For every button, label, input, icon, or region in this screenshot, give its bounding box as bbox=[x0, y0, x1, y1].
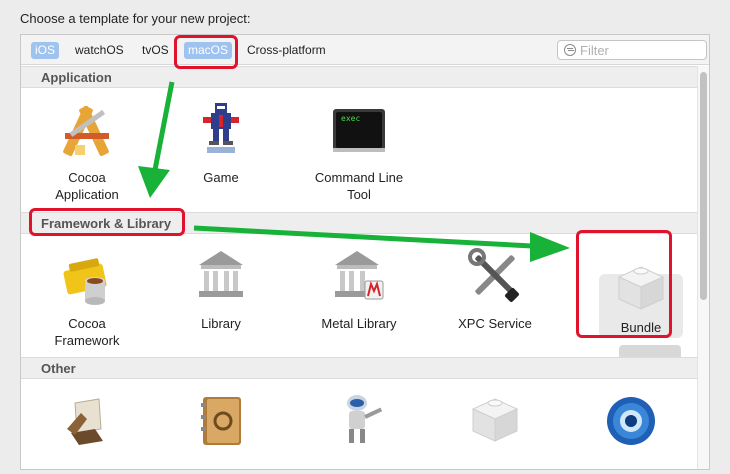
vertical-scrollbar[interactable] bbox=[697, 66, 709, 469]
scrollbar-thumb[interactable] bbox=[700, 72, 707, 300]
template-library[interactable]: Library bbox=[161, 245, 281, 332]
platform-tabbar: iOS watchOS tvOS macOS Cross-platform bbox=[21, 35, 709, 65]
template-game[interactable]: Game bbox=[161, 99, 281, 186]
xpc-service-label: XPC Service bbox=[458, 316, 532, 331]
filter-input[interactable] bbox=[580, 41, 704, 59]
cocoa-application-label: Cocoa Application bbox=[55, 170, 119, 202]
section-header-application: Application bbox=[21, 66, 697, 88]
automator-icon bbox=[327, 389, 391, 453]
template-command-line-tool[interactable]: exec Command Line Tool bbox=[299, 99, 419, 203]
template-applescript[interactable] bbox=[27, 389, 147, 453]
template-cocoa-application[interactable]: Cocoa Application bbox=[27, 99, 147, 203]
template-cocoa-framework[interactable]: Cocoa Framework bbox=[27, 245, 147, 349]
template-xpc-service[interactable]: XPC Service bbox=[435, 245, 555, 332]
xpc-service-icon bbox=[463, 245, 527, 309]
terminal-icon: exec bbox=[327, 99, 391, 163]
generic-bundle-icon bbox=[463, 389, 527, 453]
applescript-icon bbox=[55, 389, 119, 453]
metal-library-icon bbox=[327, 245, 391, 309]
quick-look-icon bbox=[599, 389, 663, 453]
tab-watchos[interactable]: watchOS bbox=[71, 42, 128, 59]
tab-cross-platform[interactable]: Cross-platform bbox=[243, 42, 330, 59]
tab-ios[interactable]: iOS bbox=[31, 42, 60, 59]
page-title: Choose a template for your new project: bbox=[20, 11, 251, 26]
address-book-icon bbox=[189, 389, 253, 453]
library-label: Library bbox=[201, 316, 241, 331]
cocoa-app-icon bbox=[55, 99, 119, 163]
filter-icon bbox=[564, 44, 576, 56]
game-label: Game bbox=[203, 170, 239, 185]
bundle-annotation-box bbox=[576, 230, 672, 338]
template-automator[interactable] bbox=[299, 389, 419, 453]
template-quick-look[interactable] bbox=[571, 389, 691, 453]
terminal-exec-text: exec bbox=[341, 114, 361, 123]
metal-library-label: Metal Library bbox=[321, 316, 397, 331]
filter-field[interactable] bbox=[557, 40, 707, 60]
command-line-tool-label: Command Line Tool bbox=[314, 170, 404, 202]
template-metal-library[interactable]: Metal Library bbox=[299, 245, 419, 332]
cocoa-framework-label: Cocoa Framework bbox=[54, 316, 120, 348]
macos-tab-annotation-box bbox=[174, 35, 238, 69]
section-header-other: Other bbox=[21, 357, 697, 379]
game-icon bbox=[189, 99, 253, 163]
library-icon bbox=[189, 245, 253, 309]
cocoa-framework-icon bbox=[55, 245, 119, 309]
template-address-book[interactable] bbox=[161, 389, 281, 453]
framework-library-annotation-box bbox=[29, 208, 185, 236]
tab-tvos[interactable]: tvOS bbox=[138, 42, 173, 59]
template-generic-bundle[interactable] bbox=[435, 389, 555, 453]
